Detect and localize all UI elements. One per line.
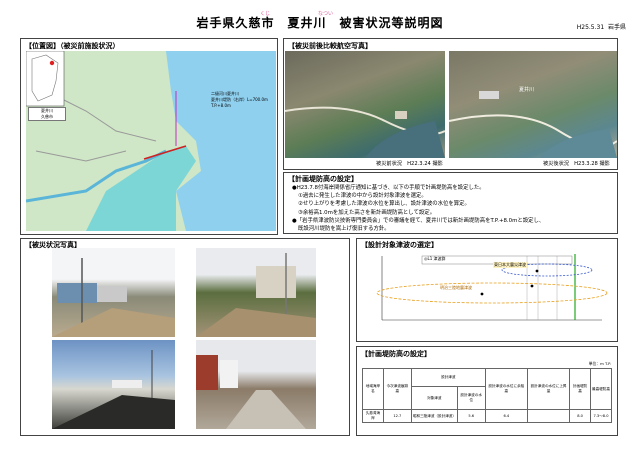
tsunami-lower-label: 明治三陸地震津波 bbox=[440, 285, 472, 290]
height-table-title: 【計画堤防高の設定】 bbox=[361, 350, 431, 358]
th-max-height: 最高堤防高 bbox=[590, 368, 612, 410]
levee-line-5: ●「岩手県津波防災技術専門委員会」での審議を経て、夏井川では新計画堤防高をT.P… bbox=[292, 217, 545, 224]
table-row: 久慈湾海岸 12.7 昭和三陸津波（設計津波） 5.6 6.4 8.0 7.3〜… bbox=[362, 409, 612, 423]
damage-photo-4 bbox=[196, 340, 316, 429]
td-level: 5.6 bbox=[456, 409, 486, 423]
damage-photo-4-svg bbox=[196, 355, 306, 429]
td-level-margin: 6.4 bbox=[484, 409, 528, 423]
th-target: 対象津波 bbox=[410, 386, 458, 410]
th-plan-height: 計画堤防高 bbox=[569, 368, 592, 410]
header-meta: H25.5.31 岩手県 bbox=[577, 22, 626, 31]
ruby-kuji: くじ bbox=[260, 11, 271, 17]
levee-setting-title: 【計画堤防高の設定】 bbox=[288, 175, 358, 183]
damage-photo-2 bbox=[196, 248, 316, 337]
td-max-height: 7.3〜8.0 bbox=[590, 409, 612, 423]
levee-setting-body: ●H23.7.8付海岸関係省庁通知に基づき、以下の手順で計画堤防高を設定した。 … bbox=[292, 184, 614, 233]
th-level: 設計津波の水位 bbox=[456, 386, 486, 410]
damage-photo-1 bbox=[52, 248, 175, 337]
damage-photo-3 bbox=[52, 340, 175, 429]
location-map: 夏井川 久慈市 二級河川夏井川 夏井川堤防（右岸）L=700.0m T.P.+8… bbox=[26, 51, 276, 231]
header-date: H25.5.31 bbox=[576, 24, 605, 31]
levee-line-1: ●H23.7.8付海岸関係省庁通知に基づき、以下の手順で計画堤防高を設定した。 bbox=[292, 185, 485, 191]
header-org: 岩手県 bbox=[607, 24, 626, 31]
damage-photo-2-svg bbox=[196, 253, 316, 337]
levee-line-6: 既設河川堤防を嵩上げ復旧する方針。 bbox=[298, 226, 390, 233]
td-level-rise bbox=[526, 409, 571, 423]
levee-line-4: ③余裕高1.0mを加えた高さを新計画堤防高として設定。 bbox=[298, 209, 436, 216]
levee-line-2: ①過去に発生した津波の中から設計対象津波を選定。 bbox=[298, 193, 427, 200]
before-caption: 被災前状況 H22.3.24 撮影 bbox=[376, 161, 443, 167]
height-table: 地域海岸名 今次津波痕跡高 設計津波 設計津波の水位に余裕高 設計津波の水位に上… bbox=[362, 367, 612, 423]
location-map-svg bbox=[26, 51, 276, 231]
th-trace: 今次津波痕跡高 bbox=[382, 368, 412, 410]
td-region: 久慈湾海岸 bbox=[362, 409, 384, 423]
th-region: 地域海岸名 bbox=[362, 368, 384, 410]
th-level-rise: 設計津波の水位に上昇量 bbox=[526, 368, 571, 410]
td-target: 昭和三陸津波（設計津波） bbox=[410, 409, 458, 423]
td-trace: 12.7 bbox=[382, 409, 412, 423]
aerial-photo-label: 夏井川 bbox=[519, 87, 535, 93]
aerial-photo-before bbox=[285, 51, 445, 158]
location-panel-title: 【位置図】（被災前施設状況） bbox=[25, 42, 120, 50]
ruby-natsui: なつい bbox=[318, 11, 334, 17]
th-design: 設計津波 bbox=[410, 367, 486, 388]
aerial-after-svg bbox=[449, 91, 617, 158]
inset-map-label: 夏井川 久慈市 bbox=[28, 107, 66, 121]
tsunami-upper-label: 東日本大震災津波 bbox=[493, 262, 527, 268]
table-header-row: 地域海岸名 今次津波痕跡高 設計津波 設計津波の水位に余裕高 設計津波の水位に上… bbox=[362, 367, 612, 410]
after-caption: 被災後状況 H23.3.28 撮影 bbox=[543, 161, 610, 167]
levee-setting-panel: 【計画堤防高の設定】 ●H23.7.8付海岸関係省庁通知に基づき、以下の手順で計… bbox=[283, 172, 618, 234]
td-plan-height: 8.0 bbox=[569, 409, 592, 423]
tsunami-box-label: ◎L1 津波群 bbox=[424, 256, 446, 261]
height-table-unit: 単位：m T.P. bbox=[588, 361, 611, 366]
map-annotation: 二級河川夏井川 夏井川堤防（右岸）L=700.0m T.P.+8.0m bbox=[211, 91, 268, 108]
tsunami-chart-svg bbox=[362, 248, 614, 340]
th-level-margin: 設計津波の水位に余裕高 bbox=[484, 368, 528, 410]
aerial-before-svg bbox=[285, 106, 445, 158]
aerial-photo-after: 夏井川 bbox=[449, 51, 617, 158]
damage-photo-1-svg bbox=[52, 258, 175, 337]
damage-photo-3-svg bbox=[52, 350, 175, 429]
levee-line-3: ②せり上がりを考慮した津波の水位を算出し、設計津波の水位を算定。 bbox=[298, 201, 470, 208]
aerial-panel-title: 【被災前後比較航空写真】 bbox=[288, 42, 372, 50]
